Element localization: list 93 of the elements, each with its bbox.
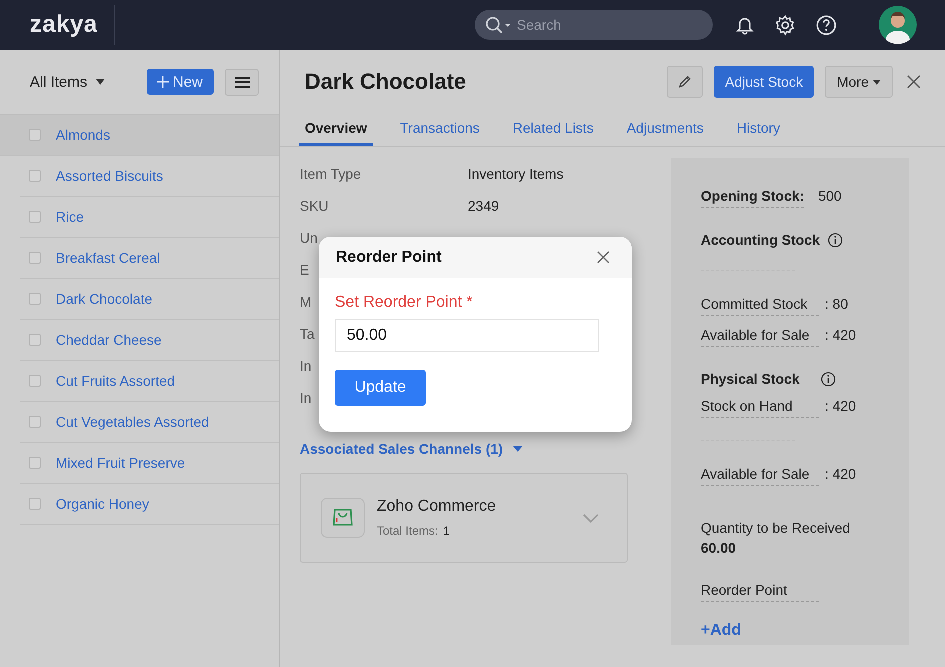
stock-label: Stock on Hand bbox=[701, 398, 819, 418]
item-name[interactable]: Almonds bbox=[56, 127, 110, 143]
section-heading: Physical Stock bbox=[701, 371, 801, 387]
checkbox[interactable] bbox=[29, 498, 41, 510]
add-link[interactable]: +Add bbox=[701, 622, 742, 640]
caret-icon bbox=[96, 79, 105, 85]
search-field[interactable]: Search bbox=[475, 10, 713, 40]
field-label: Item Type bbox=[300, 166, 362, 182]
view-dropdown[interactable]: All Items bbox=[30, 74, 105, 90]
item-name[interactable]: Dark Chocolate bbox=[56, 291, 152, 307]
field-label: M bbox=[300, 294, 312, 310]
list-item[interactable]: Cheddar Cheese bbox=[20, 320, 279, 361]
channel-card[interactable]: Zoho Commerce Total Items: 1 bbox=[300, 473, 628, 563]
field-label: In bbox=[300, 390, 312, 406]
item-name[interactable]: Breakfast Cereal bbox=[56, 250, 160, 266]
list-item[interactable]: Dark Chocolate bbox=[20, 279, 279, 320]
field-label: Ta bbox=[300, 326, 315, 342]
close-icon[interactable] bbox=[907, 75, 921, 89]
field-label: Set Reorder Point * bbox=[335, 294, 473, 312]
list-item[interactable]: Organic Honey bbox=[20, 484, 279, 525]
menu-button[interactable] bbox=[225, 68, 259, 96]
stock-value: : 80 bbox=[825, 296, 848, 312]
checkbox[interactable] bbox=[29, 170, 41, 182]
stock-label: Available for Sale bbox=[701, 466, 819, 486]
item-name[interactable]: Mixed Fruit Preserve bbox=[56, 455, 186, 471]
list-item[interactable]: Rice bbox=[20, 197, 279, 238]
list-item[interactable]: Assorted Biscuits bbox=[20, 156, 279, 197]
list-item[interactable]: Breakfast Cereal bbox=[20, 238, 279, 279]
field-label: Un bbox=[300, 230, 318, 246]
update-button[interactable]: Update bbox=[335, 370, 426, 406]
stock-value: 60.00 bbox=[701, 540, 738, 556]
dialog-title: Reorder Point bbox=[336, 248, 442, 266]
reorder-point-field[interactable]: 50.00 bbox=[335, 319, 599, 352]
stock-label: Reorder Point bbox=[701, 582, 819, 602]
edit-button[interactable] bbox=[667, 66, 704, 98]
tab[interactable]: Overview bbox=[299, 114, 374, 146]
field-label: E bbox=[300, 262, 310, 278]
pencil-icon bbox=[678, 75, 692, 89]
tab[interactable]: History bbox=[730, 114, 786, 146]
adjust-stock-button[interactable]: Adjust Stock bbox=[714, 66, 814, 98]
stock-value: : 420 bbox=[825, 398, 856, 414]
field-label: SKU bbox=[300, 198, 329, 214]
settings-icon[interactable] bbox=[775, 14, 796, 36]
info-icon[interactable] bbox=[828, 232, 844, 248]
menu-icon bbox=[234, 76, 250, 88]
item-name[interactable]: Cheddar Cheese bbox=[56, 332, 162, 348]
stock-value: : 420 bbox=[825, 327, 856, 343]
item-title: Dark Chocolate bbox=[305, 69, 466, 95]
field-value: 2349 bbox=[468, 198, 500, 214]
channel-name: Zoho Commerce bbox=[377, 498, 496, 516]
checkbox[interactable] bbox=[29, 334, 41, 346]
checkbox[interactable] bbox=[29, 211, 41, 223]
stock-value: 500 bbox=[818, 188, 842, 204]
item-name[interactable]: Rice bbox=[56, 209, 84, 225]
plus-icon bbox=[156, 76, 169, 88]
list-item[interactable]: Mixed Fruit Preserve bbox=[20, 443, 279, 484]
new-button[interactable]: New bbox=[146, 69, 214, 95]
user-avatar[interactable] bbox=[879, 6, 917, 44]
section-heading[interactable]: Associated Sales Channels (1) bbox=[300, 441, 504, 457]
item-name[interactable]: Cut Fruits Assorted bbox=[56, 373, 176, 389]
info-icon[interactable] bbox=[821, 372, 836, 386]
list-item[interactable]: Almonds bbox=[0, 115, 279, 156]
item-name[interactable]: Assorted Biscuits bbox=[56, 168, 164, 184]
field-value: Inventory Items bbox=[468, 166, 564, 182]
field-label: In bbox=[300, 358, 312, 374]
total-items-count: 1 bbox=[443, 524, 450, 538]
stock-label: Opening Stock: bbox=[701, 188, 804, 208]
list-item[interactable]: Cut Fruits Assorted bbox=[20, 361, 279, 402]
checkbox[interactable] bbox=[29, 457, 41, 469]
app-logo[interactable]: zakya bbox=[30, 5, 115, 45]
close-icon[interactable] bbox=[597, 251, 610, 264]
checkbox[interactable] bbox=[29, 293, 41, 305]
tab[interactable]: Transactions bbox=[394, 114, 486, 146]
tab[interactable]: Adjustments bbox=[620, 114, 710, 146]
section-heading: Accounting Stock bbox=[701, 232, 820, 248]
checkbox[interactable] bbox=[29, 252, 41, 264]
list-item[interactable]: Cut Vegetables Assorted bbox=[20, 402, 279, 443]
help-icon[interactable] bbox=[816, 14, 837, 36]
stock-label: Committed Stock bbox=[701, 296, 819, 316]
item-name[interactable]: Cut Vegetables Assorted bbox=[56, 414, 210, 430]
item-name[interactable]: Organic Honey bbox=[56, 496, 150, 512]
checkbox[interactable] bbox=[29, 375, 41, 387]
stock-value: : 420 bbox=[825, 466, 856, 482]
caret-icon bbox=[873, 80, 881, 84]
more-button[interactable]: More bbox=[825, 66, 893, 98]
tab[interactable]: Related Lists bbox=[506, 114, 600, 146]
checkbox[interactable] bbox=[29, 416, 41, 428]
stock-label: Available for Sale bbox=[701, 327, 819, 347]
stock-label: Quantity to be Received bbox=[701, 520, 852, 536]
shopping-bag-icon bbox=[321, 498, 365, 538]
checkbox[interactable] bbox=[29, 129, 41, 141]
caret-icon[interactable] bbox=[513, 446, 524, 452]
total-items-label: Total Items: bbox=[377, 524, 438, 538]
